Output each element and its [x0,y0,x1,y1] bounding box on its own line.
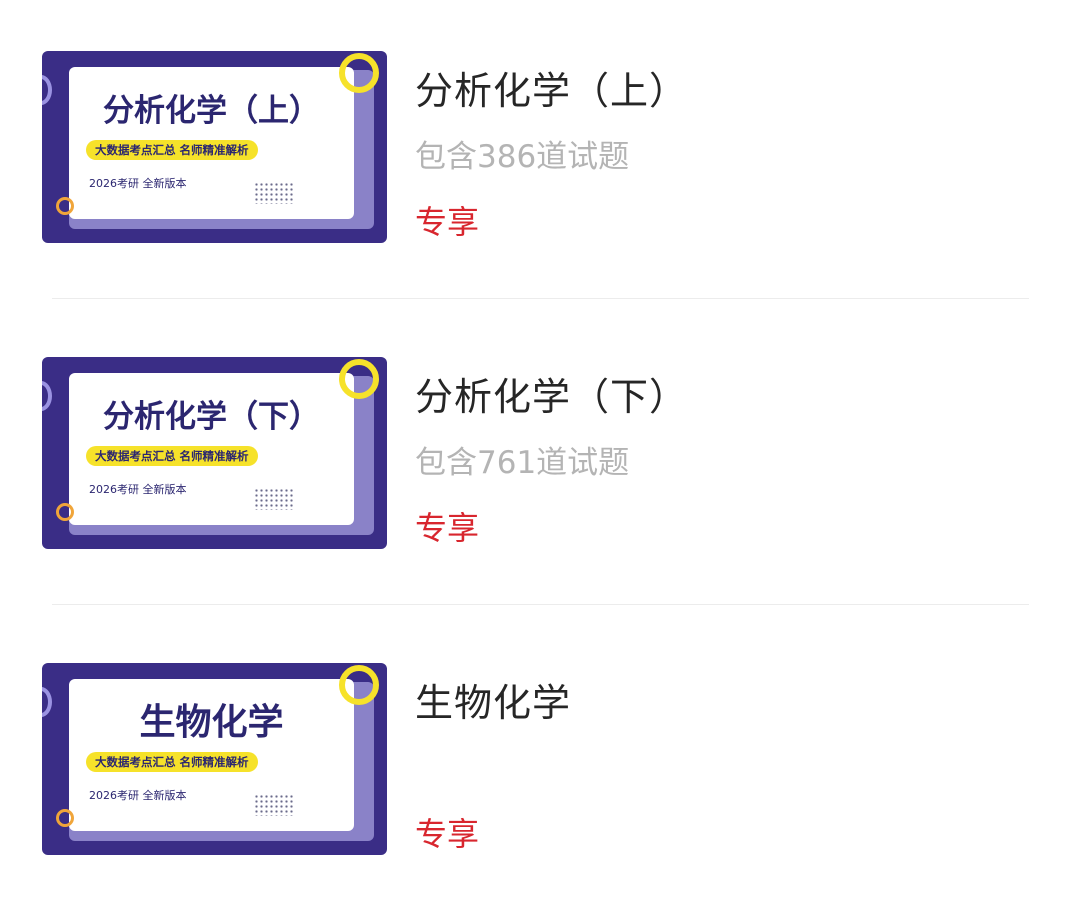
divider [52,604,1029,605]
question-count: 包含386道试题 [415,139,630,175]
decorative-ring-icon [56,197,74,215]
decorative-ring-icon [42,381,52,411]
question-count: 包含761道试题 [415,445,630,481]
course-cover-image[interactable]: 生物化学 大数据考点汇总 名师精准解析 2026考研 全新版本 [42,663,387,855]
course-title[interactable]: 分析化学（上） [415,60,688,115]
cover-title: 分析化学（下） [103,399,320,435]
course-title[interactable]: 分析化学（下） [415,366,688,421]
divider [52,298,1029,299]
decorative-ring-icon [42,687,52,717]
decorative-ring-icon [42,75,52,105]
exclusive-tag: 专享 [415,509,480,547]
cover-edition: 2026考研 全新版本 [89,177,187,190]
dot-grid-icon [254,182,294,204]
list-item[interactable]: 生物化学 大数据考点汇总 名师精准解析 2026考研 全新版本 生物化学 专享 [0,612,1080,918]
dot-grid-icon [254,488,294,510]
cover-tagline: 大数据考点汇总 名师精准解析 [86,446,258,466]
course-cover-image[interactable]: 分析化学（上） 大数据考点汇总 名师精准解析 2026考研 全新版本 [42,51,387,243]
cover-tagline: 大数据考点汇总 名师精准解析 [86,752,258,772]
cover-title: 分析化学（上） [103,93,320,129]
cover-tagline: 大数据考点汇总 名师精准解析 [86,140,258,160]
exclusive-tag: 专享 [415,815,480,853]
decorative-ring-icon [56,809,74,827]
course-cover-image[interactable]: 分析化学（下） 大数据考点汇总 名师精准解析 2026考研 全新版本 [42,357,387,549]
cover-edition: 2026考研 全新版本 [89,789,187,802]
decorative-ring-icon [56,503,74,521]
cover-edition: 2026考研 全新版本 [89,483,187,496]
exclusive-tag: 专享 [415,203,480,241]
list-item[interactable]: 分析化学（上） 大数据考点汇总 名师精准解析 2026考研 全新版本 分析化学（… [0,0,1080,306]
cover-title: 生物化学 [139,702,284,743]
dot-grid-icon [254,794,294,816]
course-title[interactable]: 生物化学 [415,672,571,727]
list-item[interactable]: 分析化学（下） 大数据考点汇总 名师精准解析 2026考研 全新版本 分析化学（… [0,306,1080,612]
